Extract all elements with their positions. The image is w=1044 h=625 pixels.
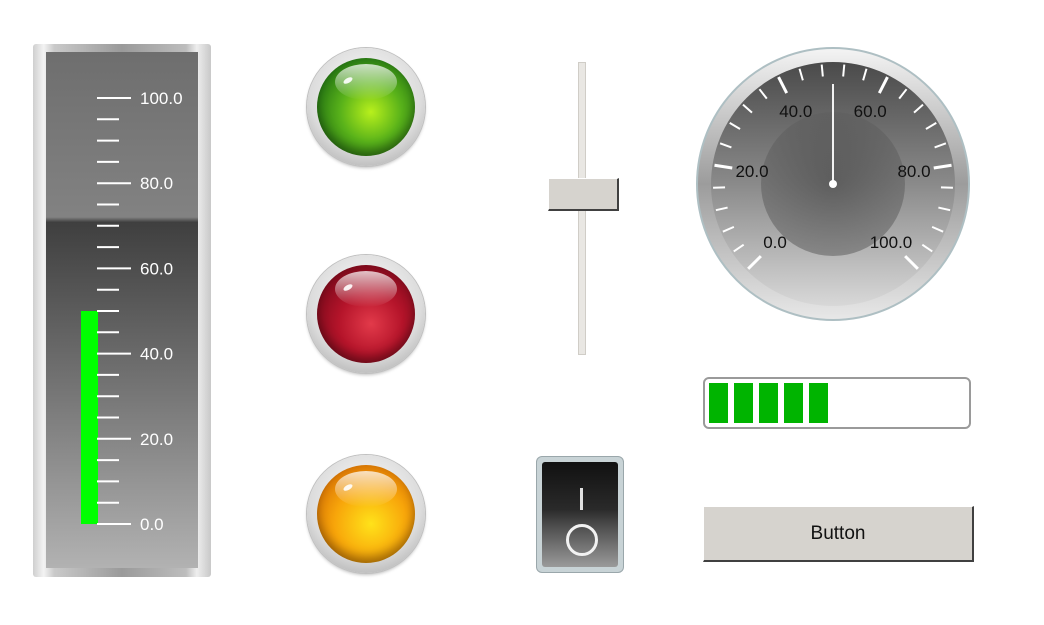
gauge-scale-label: 40.0 <box>779 102 812 121</box>
gauge-minor-tick <box>842 64 846 77</box>
progress-segment <box>709 383 728 423</box>
meter-scale-label: 100.0 <box>140 89 183 108</box>
meter-scale-label: 60.0 <box>140 259 173 278</box>
gauge-scale-label: 20.0 <box>735 162 768 181</box>
progress-segment <box>759 383 778 423</box>
gauge-minor-tick <box>820 64 824 77</box>
meter-scale-label: 20.0 <box>140 430 173 449</box>
vertical-meter: 100.0 80.0 60.0 40.0 20.0 0.0 <box>33 44 211 577</box>
gauge-scale-label: 80.0 <box>897 162 930 181</box>
progress-segment <box>734 383 753 423</box>
gauge-hub <box>829 180 837 188</box>
gauge-scale-label: 60.0 <box>854 102 887 121</box>
green-indicator-lamp <box>307 48 425 166</box>
progress-segment <box>809 383 828 423</box>
round-gauge: 0.0 20.0 40.0 60.0 80.0 100.0 <box>696 47 970 321</box>
meter-scale-label: 80.0 <box>140 174 173 193</box>
gauge-scale-label: 100.0 <box>870 233 913 252</box>
power-on-bar-icon <box>580 488 583 510</box>
meter-scale-label: 40.0 <box>140 345 173 364</box>
gauge-scale-label: 0.0 <box>763 233 787 252</box>
progress-bar <box>703 377 971 429</box>
meter-scale-label: 0.0 <box>140 515 164 534</box>
main-button[interactable]: Button <box>703 506 974 562</box>
progress-segment <box>784 383 803 423</box>
meter-scale: 100.0 80.0 60.0 40.0 20.0 0.0 <box>81 89 183 534</box>
rocker-switch-face[interactable] <box>542 462 618 567</box>
meter-level-bar <box>81 311 98 524</box>
orange-indicator-lamp <box>307 455 425 573</box>
rocker-switch[interactable] <box>537 457 623 572</box>
power-off-ring-icon <box>566 524 598 556</box>
vertical-slider-thumb[interactable] <box>548 178 619 212</box>
red-indicator-lamp <box>307 255 425 373</box>
